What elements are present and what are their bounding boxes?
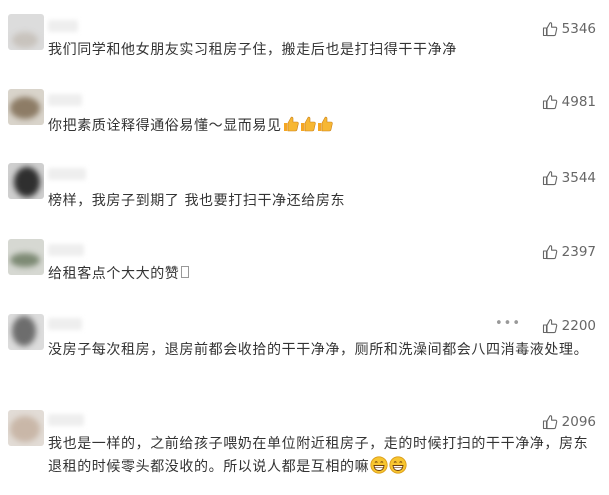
- avatar[interactable]: [8, 410, 44, 446]
- like-button[interactable]: 2397: [542, 243, 596, 261]
- avatar[interactable]: [8, 314, 44, 350]
- thumb-up-icon: [542, 319, 557, 334]
- avatar[interactable]: [8, 163, 44, 199]
- comment-text: 我们同学和他女朋友实习租房子住，搬走后也是打扫得干干净净: [48, 42, 457, 58]
- thumb-up-icon: [542, 415, 557, 430]
- thumbs-up-emoji-icon: [317, 116, 333, 132]
- grinning-emoji-icon: [370, 456, 388, 474]
- thumb-up-icon: [542, 95, 557, 110]
- username[interactable]: [48, 168, 86, 180]
- comment-text: 给租客点个大大的赞: [48, 263, 601, 286]
- comment-text: 你把素质诠释得通俗易懂～显而易见: [48, 115, 601, 138]
- username[interactable]: [48, 20, 78, 32]
- like-count: 4981: [561, 94, 596, 110]
- avatar[interactable]: [8, 14, 44, 50]
- avatar[interactable]: [8, 239, 44, 275]
- username[interactable]: [48, 244, 84, 256]
- thumbs-up-emoji-icon: [283, 116, 299, 132]
- like-count: 3544: [561, 170, 596, 186]
- username[interactable]: [48, 318, 82, 330]
- grinning-emoji-group: [369, 456, 407, 475]
- like-button[interactable]: 3544: [542, 169, 596, 187]
- thumbs-up-emoji-group: [282, 116, 333, 134]
- comment-text: 榜样，我房子到期了 我也要打扫干净还给房东: [48, 193, 346, 209]
- avatar[interactable]: [8, 89, 44, 125]
- like-button[interactable]: 2096: [542, 413, 596, 431]
- username[interactable]: [48, 414, 84, 426]
- like-button[interactable]: 2200: [542, 317, 596, 335]
- comment-text: 没房子每次租房，退房前都会收拾的干干净净，厕所和洗澡间都会八四消毒液处理。: [48, 342, 589, 358]
- more-dots-icon[interactable]: •••: [495, 316, 521, 331]
- like-button[interactable]: 5346: [542, 20, 596, 38]
- thumb-up-icon: [542, 171, 557, 186]
- like-count: 2096: [561, 414, 596, 430]
- thumbs-up-emoji-icon: [300, 116, 316, 132]
- grinning-emoji-icon: [389, 456, 407, 474]
- comment-text: 我也是一样的，之前给孩子喂奶在单位附近租房子，走的时候打扫的干干净净，房东退租的…: [48, 436, 589, 475]
- like-count: 2397: [561, 244, 596, 260]
- thumb-up-icon: [542, 22, 557, 37]
- like-count: 2200: [561, 318, 596, 334]
- like-count: 5346: [561, 21, 596, 37]
- username[interactable]: [48, 94, 82, 106]
- like-button[interactable]: 4981: [542, 93, 596, 111]
- thumb-up-icon: [542, 245, 557, 260]
- missing-glyph-box: [181, 266, 190, 278]
